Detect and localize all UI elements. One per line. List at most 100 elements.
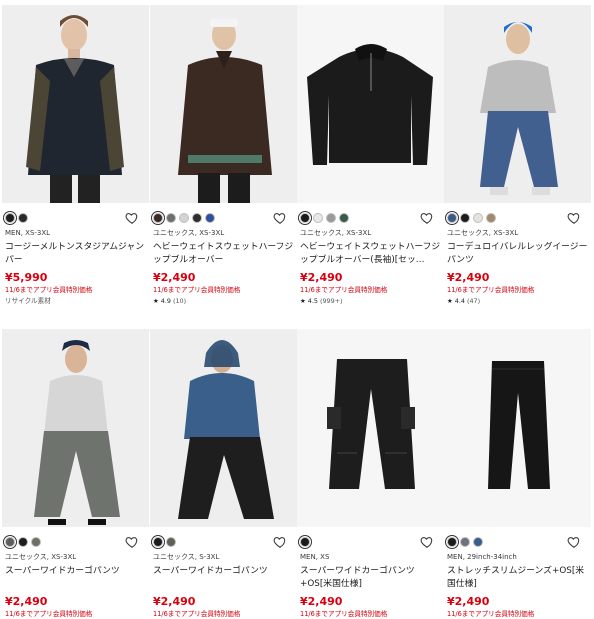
product-card[interactable]: ユニセックス, XS-3XL コーデュロイバレルレッグイージーパンツ ¥2,490 1… [444,5,591,305]
rating-value: 4.5 [307,297,318,305]
color-swatch[interactable] [300,213,310,223]
promo-text: 11/6までアプリ会員特別価格 [153,286,241,294]
product-gender-size: ユニセックス, S-3XL [153,553,220,561]
favorite-heart-icon[interactable] [420,210,434,224]
product-gender-size: ユニセックス, XS-3XL [5,553,77,561]
product-image[interactable] [150,5,297,203]
product-title[interactable]: ストレッチスリムジーンズ+OS[米国仕様] [444,565,591,591]
product-title[interactable]: ヘビーウェイトスウェットハーフジップブルオーバー [150,241,297,267]
color-swatches [2,533,149,551]
product-gender-size: ユニセックス, XS-3XL [447,229,519,237]
favorite-heart-icon[interactable] [273,534,287,548]
product-title[interactable]: スーパーワイドカーゴパンツ+OS[米国仕様] [297,565,444,591]
product-price: ¥2,490 [300,595,343,608]
product-price: ¥5,990 [5,271,48,284]
rating-value: 4.9 [160,297,171,305]
color-swatch[interactable] [192,213,202,223]
color-swatch[interactable] [300,537,310,547]
product-price: ¥2,490 [447,595,490,608]
color-swatch[interactable] [205,213,215,223]
product-rating: ★ 4.9 (10) [150,297,297,305]
favorite-heart-icon[interactable] [567,210,581,224]
product-title[interactable]: ヘビーウェイトスウェットハーフジップブルオーバー(長袖)[セッ… [297,241,444,267]
product-price: ¥2,490 [447,271,490,284]
favorite-heart-icon[interactable] [125,534,139,548]
color-swatch[interactable] [5,537,15,547]
color-swatches [444,533,591,551]
product-gender-size: ユニセックス, XS-3XL [300,229,372,237]
product-image[interactable] [297,329,444,527]
product-image[interactable] [297,5,444,203]
color-swatches [444,209,591,227]
color-swatch[interactable] [447,213,457,223]
product-image[interactable] [444,329,591,527]
star-icon: ★ [447,297,455,305]
product-image[interactable] [2,329,149,527]
color-swatch[interactable] [339,213,349,223]
color-swatches [297,533,444,551]
product-card[interactable]: ユニセックス, S-3XL スーパーワイドカーゴパンツ ¥2,490 11/6までアプ… [150,329,297,619]
product-image[interactable] [2,5,149,203]
color-swatch[interactable] [447,537,457,547]
rating-count: (10) [170,297,187,305]
product-title[interactable]: コーデュロイバレルレッグイージーパンツ [444,241,591,267]
color-swatches [150,533,297,551]
favorite-heart-icon[interactable] [420,534,434,548]
color-swatch[interactable] [166,537,176,547]
color-swatch[interactable] [153,537,163,547]
color-swatch[interactable] [31,537,41,547]
color-swatch[interactable] [18,213,28,223]
promo-text: 11/6までアプリ会員特別価格 [300,286,388,294]
product-gender-size: MEN, 29inch-34inch [447,553,517,561]
promo-text: 11/6までアプリ会員特別価格 [153,610,241,618]
color-swatch[interactable] [153,213,163,223]
product-title[interactable]: コージーメルトンスタジアムジャンパー [2,241,149,267]
color-swatches [2,209,149,227]
color-swatch[interactable] [473,213,483,223]
rating-count: (47) [464,297,481,305]
product-rating: ★ 4.4 (47) [444,297,591,305]
color-swatch[interactable] [326,213,336,223]
color-swatch[interactable] [313,213,323,223]
color-swatch[interactable] [18,537,28,547]
favorite-heart-icon[interactable] [567,534,581,548]
product-image[interactable] [444,5,591,203]
color-swatch[interactable] [473,537,483,547]
product-price: ¥2,490 [300,271,343,284]
product-card[interactable]: ユニセックス, XS-3XL ヘビーウェイトスウェットハーフジップブルオーバー ¥2… [150,5,297,305]
product-title[interactable]: スーパーワイドカーゴパンツ [150,565,297,591]
product-title[interactable]: スーパーワイドカーゴパンツ [2,565,149,591]
product-card[interactable]: ユニセックス, XS-3XL スーパーワイドカーゴパンツ ¥2,490 11/6までア… [2,329,149,619]
product-price: ¥2,490 [153,595,196,608]
product-image[interactable] [150,329,297,527]
promo-text: 11/6までアプリ会員特別価格 [447,610,535,618]
product-card[interactable]: MEN, XS-3XL コージーメルトンスタジアムジャンパー ¥5,990 11/6ま… [2,5,149,305]
product-gender-size: MEN, XS-3XL [5,229,51,237]
product-gender-size: ユニセックス, XS-3XL [153,229,225,237]
color-swatches [297,209,444,227]
rating-count: (999+) [317,297,343,305]
product-card[interactable]: ユニセックス, XS-3XL ヘビーウェイトスウェットハーフジップブルオーバー(長… [297,5,444,305]
promo-text: 11/6までアプリ会員特別価格 [300,610,388,618]
favorite-heart-icon[interactable] [273,210,287,224]
color-swatch[interactable] [486,213,496,223]
star-icon: ★ [300,297,308,305]
product-card[interactable]: MEN, 29inch-34inch ストレッチスリムジーンズ+OS[米国仕様] ¥… [444,329,591,619]
product-note: リサイクル素材 [5,297,51,305]
promo-text: 11/6までアプリ会員特別価格 [5,610,93,618]
product-grid: MEN, XS-3XL コージーメルトンスタジアムジャンパー ¥5,990 11/6ま… [0,0,594,619]
color-swatch[interactable] [460,537,470,547]
promo-text: 11/6までアプリ会員特別価格 [5,286,93,294]
color-swatch[interactable] [5,213,15,223]
product-price: ¥2,490 [5,595,48,608]
color-swatches [150,209,297,227]
color-swatch[interactable] [460,213,470,223]
product-gender-size: MEN, XS [300,553,330,561]
product-rating: ★ 4.5 (999+) [297,297,444,305]
color-swatch[interactable] [179,213,189,223]
favorite-heart-icon[interactable] [125,210,139,224]
promo-text: 11/6までアプリ会員特別価格 [447,286,535,294]
product-card[interactable]: MEN, XS スーパーワイドカーゴパンツ+OS[米国仕様] ¥2,490 11/6ま… [297,329,444,619]
rating-value: 4.4 [454,297,465,305]
color-swatch[interactable] [166,213,176,223]
